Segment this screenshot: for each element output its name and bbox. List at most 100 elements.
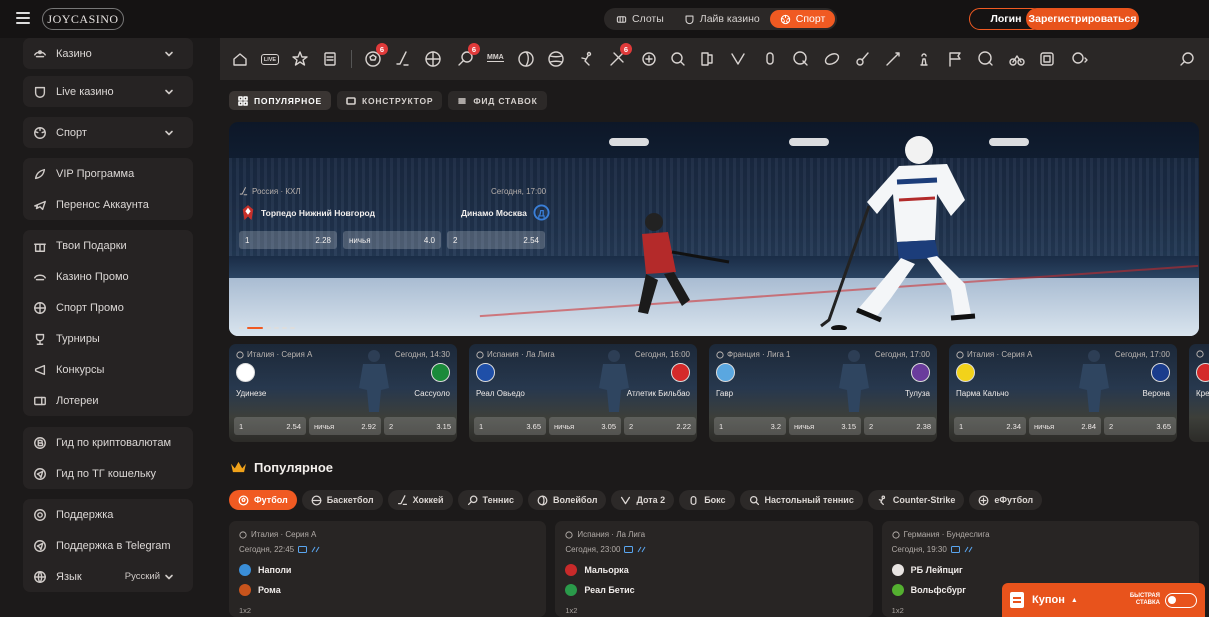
menu-icon[interactable] (16, 12, 30, 24)
sidebar-item-telegram-support[interactable]: Поддержка в Telegram (23, 530, 193, 561)
coupon-bar[interactable]: Купон ▲ БЫСТРАЯ СТАВКА (1002, 583, 1205, 617)
match-card[interactable]: Франция · Лига 1 Сегодня, 17:00 Гавр Тулуза… (709, 344, 937, 442)
tab-sport[interactable]: Спорт (769, 10, 836, 28)
table-tennis-icon[interactable] (669, 50, 687, 68)
popular-tab-counter-strike[interactable]: Counter-Strike (867, 490, 965, 510)
dota-icon[interactable] (729, 50, 747, 68)
event-card[interactable]: Испания · Ла Лига Сегодня, 23:00 Мальорка Р… (555, 521, 873, 617)
quick-bet-toggle[interactable] (1165, 592, 1197, 608)
basketball-icon[interactable] (424, 50, 442, 68)
banner-odd-home[interactable]: 1 2.28 (239, 231, 337, 249)
subtab-popular[interactable]: ПОПУЛЯРНОЕ (229, 91, 331, 110)
tennis-icon[interactable]: 6 (456, 43, 480, 68)
match-card-odd[interactable]: 1 3.2 (714, 417, 786, 435)
match-card-odd[interactable]: ничья 2.84 (1029, 417, 1101, 435)
match-card-odd[interactable]: ничья 3.05 (549, 417, 621, 435)
popular-tab-boxing[interactable]: Бокс (679, 490, 735, 510)
event-card[interactable]: Италия · Серия А Сегодня, 22:45 Наполи Рома… (229, 521, 547, 617)
boxing-icon[interactable] (761, 50, 779, 68)
match-card[interactable]: Италия · Серия А Сегодня, 17:00 Парма Каль… (949, 344, 1177, 442)
match-card-odd[interactable]: ничья 3.15 (789, 417, 861, 435)
match-card[interactable]: Кре (1189, 344, 1209, 442)
match-card-odd[interactable]: 2 2.22 (624, 417, 696, 435)
popular-tab-efootball[interactable]: еФутбол (969, 490, 1043, 510)
home-icon[interactable] (231, 50, 249, 68)
more-sports-icon[interactable] (1070, 50, 1088, 68)
match-card[interactable]: Италия · Серия А Сегодня, 14:30 Удинезе Сас… (229, 344, 457, 442)
sidebar-item-live-casino[interactable]: Live казино (23, 76, 193, 107)
sidebar-item-account-transfer[interactable]: Перенос Аккаунта (23, 189, 193, 220)
live-icon[interactable]: LIVE (261, 54, 279, 65)
cricket-icon[interactable] (578, 50, 596, 68)
sidebar-item-tournaments[interactable]: Турниры (23, 323, 193, 354)
register-button[interactable]: Зарегистрироваться (1026, 8, 1139, 30)
popular-tab-volleyball[interactable]: Волейбол (528, 490, 607, 510)
search-icon[interactable] (1178, 50, 1196, 68)
subtab-bets-feed[interactable]: ФИД СТАВОК (448, 91, 547, 110)
match-card[interactable]: Испания · Ла Лига Сегодня, 16:00 Реал Овье… (469, 344, 697, 442)
popular-tab-dota2[interactable]: Дота 2 (611, 490, 675, 510)
pagination-dot-active[interactable] (247, 327, 263, 329)
popular-tab-table-tennis[interactable]: Настольный теннис (739, 490, 863, 510)
pagination-dot[interactable] (282, 327, 287, 329)
racing-icon[interactable] (792, 50, 810, 68)
featured-match-banner[interactable]: Россия · КХЛ Сегодня, 17:00 Торпедо Нижн… (229, 122, 1199, 336)
sidebar-item-crypto-guide[interactable]: Гид по криптовалютам (23, 427, 193, 458)
match-card-odd[interactable]: ничья 2.92 (309, 417, 381, 435)
football-icon[interactable]: 6 (364, 43, 388, 68)
water-polo-icon[interactable] (977, 50, 995, 68)
flag-icon[interactable] (946, 50, 964, 68)
match-card-odd[interactable]: 1 2.34 (954, 417, 1026, 435)
sidebar-item-language[interactable]: Язык Русский (23, 561, 193, 592)
subtab-constructor[interactable]: КОНСТРУКТОР (336, 91, 443, 110)
match-card-odd[interactable]: 2 3.65 (1104, 417, 1176, 435)
golf-icon[interactable] (854, 50, 872, 68)
sidebar-item-lotteries[interactable]: Лотереи (23, 385, 193, 416)
popular-tab-hockey[interactable]: Хоккей (387, 490, 453, 510)
sidebar-item-vip[interactable]: VIP Программа (23, 158, 193, 189)
pagination-dot[interactable] (274, 327, 279, 329)
pagination-dot[interactable] (239, 327, 244, 329)
sidebar-item-sport-promo[interactable]: Спорт Промо (23, 292, 193, 323)
star-icon[interactable] (291, 50, 309, 68)
rugby-icon[interactable] (823, 50, 841, 68)
logo[interactable]: JOYCASINO (42, 8, 124, 30)
sidebar-item-casino-promo[interactable]: Казино Промо (23, 261, 193, 292)
sidebar-item-tg-wallet-guide[interactable]: Гид по ТГ кошельку (23, 458, 193, 489)
sidebar-item-contests[interactable]: Конкурсы (23, 354, 193, 385)
sidebar-item-sport[interactable]: Спорт (23, 117, 193, 148)
football-icon (1196, 350, 1204, 358)
coupon-list-icon[interactable] (321, 50, 339, 68)
caret-up-icon[interactable]: ▲ (1071, 597, 1078, 604)
pagination-dot[interactable] (290, 327, 295, 329)
ball-sport-icon[interactable] (547, 50, 565, 68)
esports-icon[interactable] (640, 50, 658, 68)
banner-odd-draw[interactable]: ничья 4.0 (343, 231, 441, 249)
darts-icon[interactable] (884, 50, 902, 68)
volleyball-icon[interactable] (517, 50, 535, 68)
popular-tab-tennis[interactable]: Теннис (457, 490, 523, 510)
stats-icon (964, 546, 973, 553)
banner-odd-away[interactable]: 2 2.54 (447, 231, 545, 249)
sidebar-item-support[interactable]: Поддержка (23, 499, 193, 530)
handball-icon[interactable] (698, 50, 716, 68)
mma-icon[interactable]: MMA (487, 54, 504, 62)
tab-live-casino[interactable]: Лайв казино (674, 10, 770, 28)
match-card-odd[interactable]: 2 3.15 (384, 417, 456, 435)
pagination-dot[interactable] (266, 327, 271, 329)
tab-slots[interactable]: Слоты (606, 10, 674, 28)
virtual-sports-icon[interactable] (1038, 50, 1056, 68)
match-card-odd[interactable]: 1 2.54 (234, 417, 306, 435)
match-card-odd[interactable]: 1 3.65 (474, 417, 546, 435)
tennis-icon (467, 495, 477, 505)
chess-icon[interactable] (915, 50, 933, 68)
sidebar-item-casino[interactable]: Казино (23, 38, 193, 69)
popular-tab-basketball[interactable]: Баскетбол (301, 490, 383, 510)
sidebar-item-gifts[interactable]: Твои Подарки (23, 230, 193, 261)
popular-tab-football[interactable]: Футбол (229, 490, 297, 510)
match-card-odd[interactable]: 2 2.38 (864, 417, 936, 435)
cycling-icon[interactable] (1008, 50, 1026, 68)
sidebar-group-sport: Спорт (23, 117, 193, 148)
hockey-icon[interactable] (394, 50, 412, 68)
badminton-icon[interactable]: 6 (608, 43, 632, 68)
